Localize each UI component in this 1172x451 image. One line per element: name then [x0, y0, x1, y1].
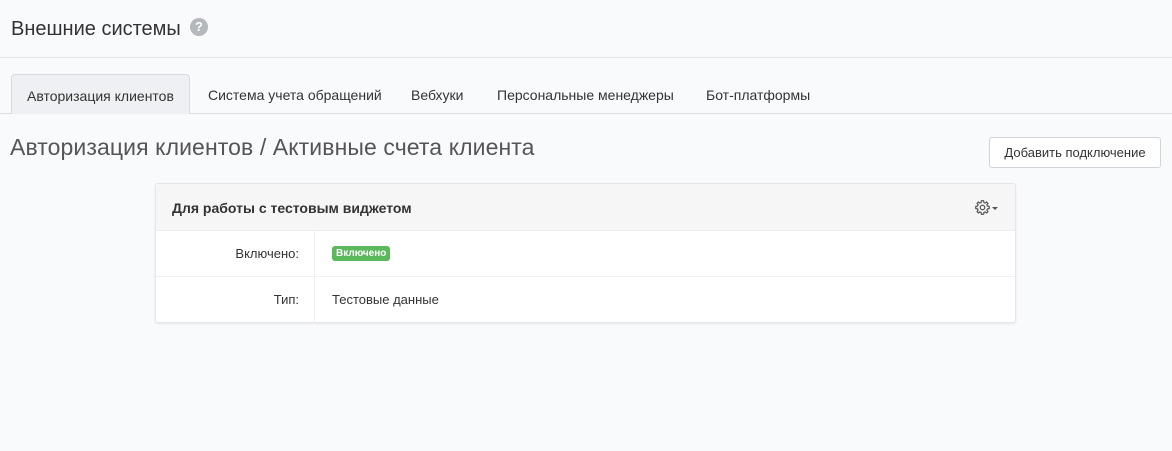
page-title: Внешние системы — [11, 18, 181, 40]
settings-dropdown-button[interactable] — [975, 199, 1001, 217]
tab-bot-platforms[interactable]: Бот-платформы — [706, 74, 810, 114]
tab-webhooks[interactable]: Вебхуки — [411, 74, 463, 114]
connection-panel: Для работы с тестовым виджетом Включено:… — [155, 183, 1016, 323]
tab-client-authorization[interactable]: Авторизация клиентов — [11, 74, 190, 114]
tab-personal-managers[interactable]: Персональные менеджеры — [497, 74, 674, 114]
enabled-label: Включено: — [156, 231, 315, 277]
page-header: Внешние системы ? — [0, 0, 1172, 58]
panel-header: Для работы с тестовым виджетом — [156, 184, 1015, 231]
tab-bar: Авторизация клиентов Система учета обращ… — [0, 74, 1172, 114]
section-title: Авторизация клиентов / Активные счета кл… — [10, 134, 535, 160]
gear-icon — [975, 200, 990, 215]
panel-title: Для работы с тестовым виджетом — [172, 200, 412, 216]
tab-ticket-system[interactable]: Система учета обращений — [208, 74, 382, 114]
add-connection-button[interactable]: Добавить подключение — [989, 137, 1161, 168]
type-value: Тестовые данные — [332, 292, 439, 307]
enabled-value: Включено — [332, 231, 391, 277]
enabled-row: Включено: Включено — [156, 231, 1015, 277]
status-badge: Включено — [332, 246, 391, 262]
caret-down-icon — [992, 207, 998, 210]
type-row: Тип: Тестовые данные — [156, 277, 1015, 323]
type-label: Тип: — [156, 277, 315, 323]
question-circle-icon[interactable]: ? — [190, 18, 208, 36]
